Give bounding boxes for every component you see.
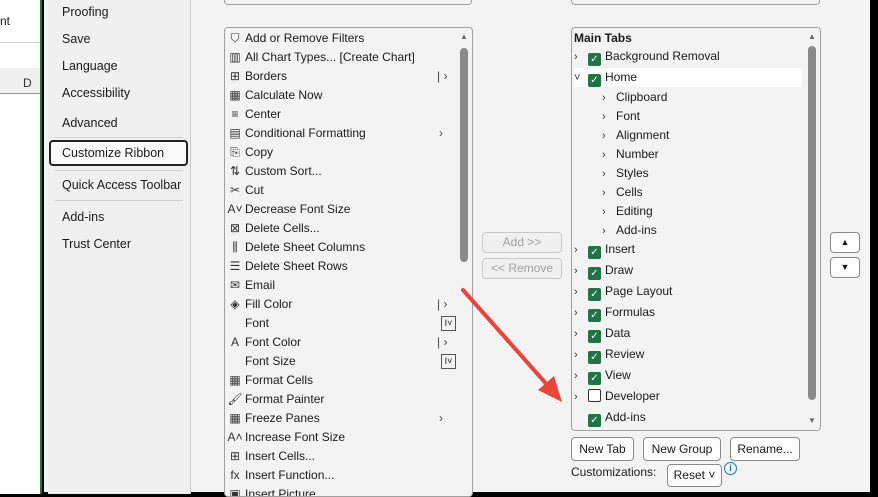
annotation-arrow xyxy=(461,288,562,402)
